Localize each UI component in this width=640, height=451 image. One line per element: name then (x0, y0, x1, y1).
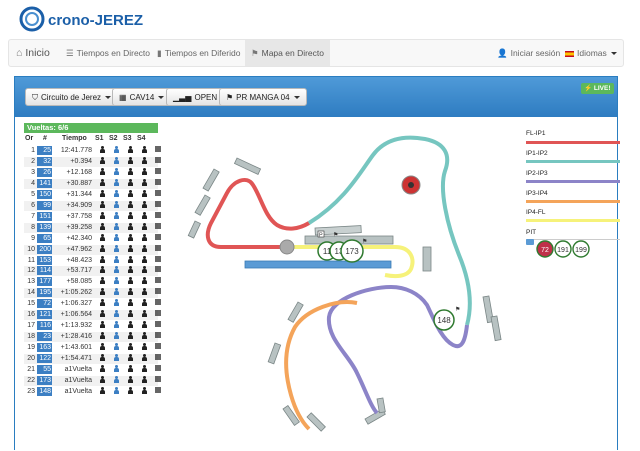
brand-name: crono-JEREZ (48, 12, 143, 29)
pit-rider-191[interactable]: 191 (554, 240, 572, 258)
sector-ip2-ip3 (326, 284, 469, 415)
brand-logo[interactable]: crono-JEREZ (18, 4, 188, 34)
track-barriers (187, 157, 502, 432)
legend-label-ip2-ip3: IP2-IP3 (526, 170, 548, 177)
legend-swatch-fl-ip1 (526, 141, 620, 144)
chequered-flag-icon: ⚑ (362, 238, 367, 245)
nav-live-times[interactable]: ☰ Tiempos en Directo (66, 40, 150, 66)
chequered-flag-icon: ⚑ (333, 232, 338, 239)
map-rider-173[interactable]: 173 (340, 239, 364, 263)
legend-label-ip3-ip4: IP3-IP4 (526, 190, 548, 197)
user-icon: 👤 (497, 48, 508, 58)
pit-label: PIT (526, 229, 537, 236)
svg-text:72: 72 (541, 247, 549, 254)
legend-label-ip4-fl: IP4-FL (526, 209, 546, 216)
chevron-down-icon (610, 52, 617, 56)
nav-languages[interactable]: Idiomas (565, 40, 617, 66)
svg-text:173: 173 (345, 247, 359, 256)
top-navbar: ⌂ Inicio ☰ Tiempos en Directo ▮ Tiempos en … (8, 39, 624, 67)
pit-lane-icon (526, 239, 534, 245)
legend-swatch-ip1-ip2 (526, 160, 620, 163)
svg-text:191: 191 (557, 247, 569, 254)
finish-line-marker (279, 239, 295, 255)
nav-home[interactable]: ⌂ Inicio (16, 40, 50, 66)
legend-swatch-ip2-ip3 (526, 180, 620, 183)
spain-flag-icon (565, 50, 574, 57)
flag-icon: ⚑ (251, 48, 259, 58)
nav-login[interactable]: 👤 Iniciar sesión (497, 40, 560, 66)
bar-chart-icon: ▮ (157, 48, 162, 58)
pit-rider-72[interactable]: 72 (536, 240, 554, 258)
legend-label-fl-ip1: FL-IP1 (526, 130, 546, 137)
home-icon: ⌂ (16, 47, 23, 59)
live-map-panel: ⛉ Circuito de Jerez ▦ CAV14 ▁▃▅ OPEN ⚑ PR MA… (14, 76, 620, 450)
svg-text:P: P (319, 233, 323, 239)
svg-text:148: 148 (437, 316, 451, 325)
svg-text:199: 199 (575, 247, 587, 254)
sector-ip3-ip4 (284, 300, 358, 431)
legend-swatch-ip3-ip4 (526, 200, 620, 203)
nav-live-map[interactable]: ⚑ Mapa en Directo (245, 40, 330, 66)
pit-riders: 72 191 199 (536, 240, 590, 258)
list-icon: ☰ (66, 48, 74, 58)
pit-rider-199[interactable]: 199 (572, 240, 590, 258)
map-rider-148[interactable]: 148 (433, 309, 455, 331)
legend-label-ip1-ip2: IP1-IP2 (526, 150, 548, 157)
chequered-flag-icon: ⚑ (455, 306, 460, 313)
legend-swatch-ip4-fl (526, 219, 620, 222)
nav-deferred-times[interactable]: ▮ Tiempos en Diferido (157, 40, 240, 66)
sector-fl-ip1 (205, 177, 311, 249)
